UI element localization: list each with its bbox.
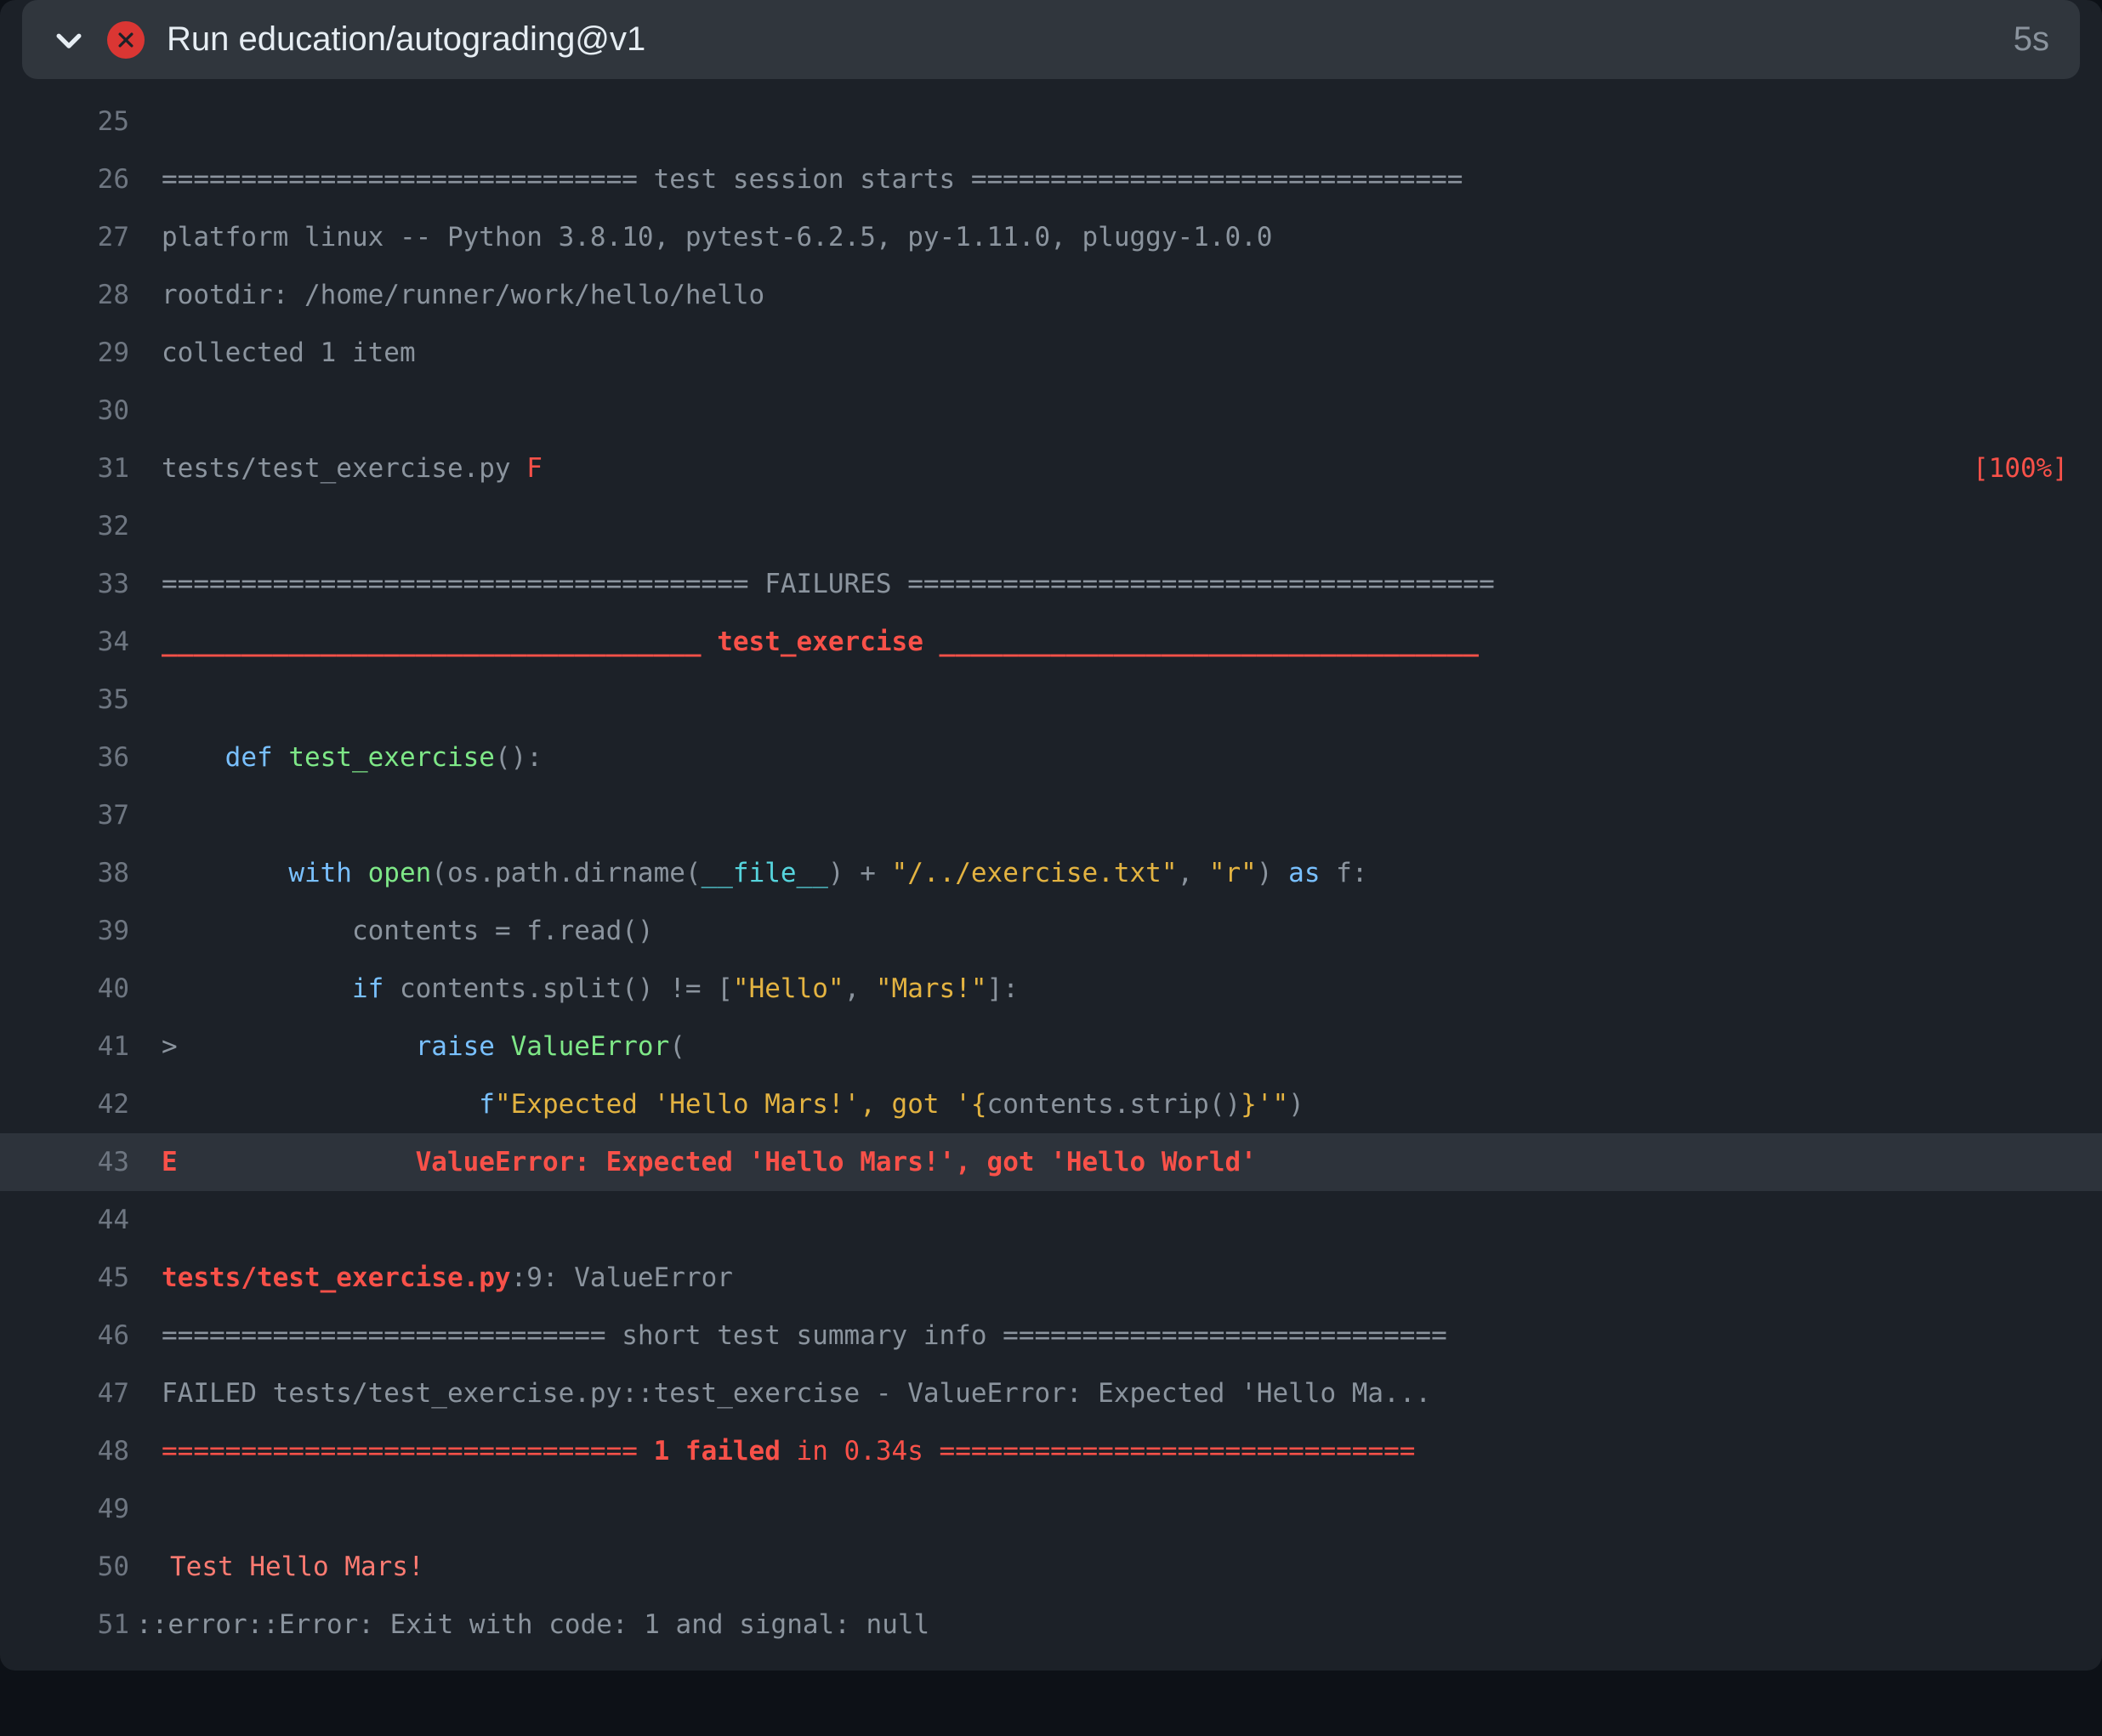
log-line[interactable]: 27 platform linux -- Python 3.8.10, pyte… [0,208,2102,266]
line-number: 46 [0,1307,162,1364]
log-text: collected 1 item [162,324,2068,382]
line-number: 27 [0,208,162,266]
log-text: rootdir: /home/runner/work/hello/hello [162,266,2068,324]
log-line[interactable]: 33 =====================================… [0,555,2102,613]
log-line[interactable]: 51 ::error::Error: Exit with code: 1 and… [0,1596,2102,1654]
step-duration: 5s [2014,20,2049,59]
progress-percent: [100%] [1973,456,2068,482]
log-line[interactable]: 50 Test Hello Mars! [0,1538,2102,1596]
log-text [162,1480,2068,1538]
log-text [162,382,2068,440]
log-line[interactable]: 36 def test_exercise(): [0,729,2102,786]
log-text: contents = f.read() [162,902,2068,960]
line-number: 33 [0,555,162,613]
line-number: 25 [0,93,162,150]
log-text: __________________________________ test_… [162,613,2068,671]
chevron-down-icon[interactable] [53,24,85,56]
log-panel: Run education/autograding@v1 5s 25 26 ==… [0,0,2102,1671]
log-line-error[interactable]: 43 E ValueError: Expected 'Hello Mars!',… [0,1133,2102,1191]
log-text [162,497,2068,555]
line-number: 42 [0,1075,162,1133]
log-line[interactable]: 39 contents = f.read() [0,902,2102,960]
line-number: 49 [0,1480,162,1538]
status-failed-icon [107,21,145,59]
log-text: tests/test_exercise.py F[100%] [162,440,2068,497]
log-text: ============================ short test … [162,1307,2068,1364]
log-text: ::error::Error: Exit with code: 1 and si… [136,1596,2068,1654]
line-number: 36 [0,729,162,786]
log-line[interactable]: 34 __________________________________ te… [0,613,2102,671]
line-number: 50 [0,1538,162,1596]
log-line[interactable]: 49 [0,1480,2102,1538]
log-text: if contents.split() != ["Hello", "Mars!"… [162,960,2068,1018]
step-header[interactable]: Run education/autograding@v1 5s [22,0,2080,79]
log-line[interactable]: 46 ============================ short te… [0,1307,2102,1364]
log-line[interactable]: 37 [0,786,2102,844]
log-text: FAILED tests/test_exercise.py::test_exer… [162,1364,2068,1422]
log-line[interactable]: 28 rootdir: /home/runner/work/hello/hell… [0,266,2102,324]
line-number: 43 [0,1133,162,1191]
log-line[interactable]: 30 [0,382,2102,440]
line-number: 30 [0,382,162,440]
log-line[interactable]: 32 [0,497,2102,555]
log-line[interactable]: 47 FAILED tests/test_exercise.py::test_e… [0,1364,2102,1422]
log-line[interactable]: 29 collected 1 item [0,324,2102,382]
line-number: 45 [0,1249,162,1307]
log-line[interactable]: 42 f"Expected 'Hello Mars!', got '{conte… [0,1075,2102,1133]
log-line[interactable]: 44 [0,1191,2102,1249]
line-number: 29 [0,324,162,382]
step-title: Run education/autograding@v1 [167,20,1991,59]
line-number: 44 [0,1191,162,1249]
log-text: ============================== 1 failed … [162,1422,2068,1480]
line-number: 39 [0,902,162,960]
log-text [162,93,2068,150]
log-line[interactable]: 38 with open(os.path.dirname(__file__) +… [0,844,2102,902]
x-fail-icon [162,1554,165,1580]
log-line[interactable]: 40 if contents.split() != ["Hello", "Mar… [0,960,2102,1018]
log-line[interactable]: 25 [0,93,2102,150]
line-number: 31 [0,440,162,497]
log-line[interactable]: 41 > raise ValueError( [0,1018,2102,1075]
log-line[interactable]: 48 ============================== 1 fail… [0,1422,2102,1480]
line-number: 34 [0,613,162,671]
log-text: with open(os.path.dirname(__file__) + "/… [162,844,2068,902]
line-number: 32 [0,497,162,555]
log-line[interactable]: 31 tests/test_exercise.py F[100%] [0,440,2102,497]
line-number: 35 [0,671,162,729]
log-text: E ValueError: Expected 'Hello Mars!', go… [162,1133,2068,1191]
log-text: def test_exercise(): [162,729,2068,786]
log-text: ===================================== FA… [162,555,2068,613]
line-number: 48 [0,1422,162,1480]
log-line[interactable]: 45 tests/test_exercise.py:9: ValueError [0,1249,2102,1307]
line-number: 41 [0,1018,162,1075]
line-number: 47 [0,1364,162,1422]
line-number: 40 [0,960,162,1018]
log-text: platform linux -- Python 3.8.10, pytest-… [162,208,2068,266]
log-line[interactable]: 26 ============================== test s… [0,150,2102,208]
log-text: Test Hello Mars! [162,1538,2068,1596]
log-text: > raise ValueError( [162,1018,2068,1075]
line-number: 37 [0,786,162,844]
line-number: 26 [0,150,162,208]
log-text: ============================== test sess… [162,150,2068,208]
log-text [162,671,2068,729]
line-number: 28 [0,266,162,324]
log-text [162,1191,2068,1249]
log-body: 25 26 ============================== tes… [0,79,2102,1654]
log-text: tests/test_exercise.py:9: ValueError [162,1249,2068,1307]
line-number: 38 [0,844,162,902]
log-text: f"Expected 'Hello Mars!', got '{contents… [162,1075,2068,1133]
log-text [162,786,2068,844]
log-line[interactable]: 35 [0,671,2102,729]
